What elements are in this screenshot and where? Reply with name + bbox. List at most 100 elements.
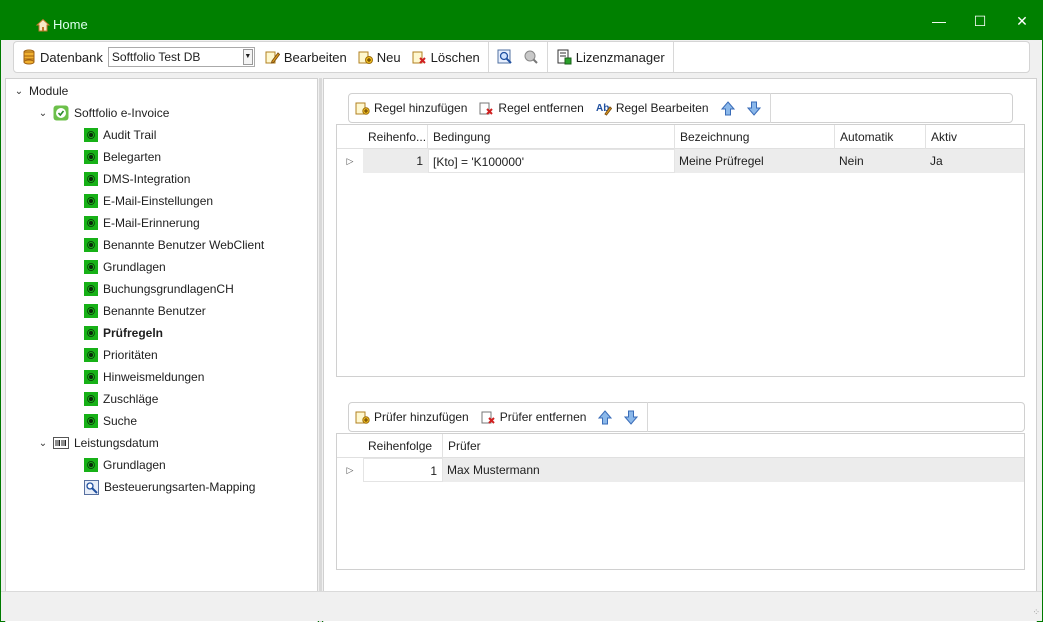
cell-automatik[interactable]: Nein — [835, 149, 926, 173]
cell-bezeichnung[interactable]: Meine Prüfregel — [675, 149, 835, 173]
neu-button[interactable]: Neu — [352, 42, 406, 72]
rules-toolbar: Regel hinzufügen Regel entfernen Ab Rege… — [348, 93, 1013, 123]
column-header-automatik[interactable]: Automatik — [835, 125, 926, 149]
module-icon — [84, 348, 98, 362]
toolbar-separator — [487, 42, 489, 72]
regel-bearbeiten-button[interactable]: Ab Regel Bearbeiten — [590, 94, 715, 122]
rules-grid-header: Reihenfo... Bedingung Bezeichnung Automa… — [337, 125, 1024, 149]
row-indicator-header — [337, 434, 363, 458]
window-title: Home — [36, 17, 88, 32]
chevron-down-icon[interactable]: ⌄ — [38, 438, 48, 449]
cell-bedingung[interactable]: [Kto] = 'K100000' — [428, 149, 675, 173]
cell-aktiv[interactable]: Ja — [926, 149, 1024, 173]
pruefer-entfernen-label: Prüfer entfernen — [499, 410, 587, 424]
checkers-grid[interactable]: Reihenfolge Prüfer ▷ 1 Max Mustermann — [336, 433, 1025, 570]
tree-item-besteuerungsarten-mapping[interactable]: Besteuerungsarten-Mapping — [84, 477, 255, 497]
title-bar: Home — ☐ ✕ — [0, 0, 1043, 40]
tree-item-label: Suche — [103, 414, 138, 428]
tree-node-module[interactable]: ⌄ Module — [14, 81, 69, 101]
bearbeiten-button[interactable]: Bearbeiten — [259, 42, 352, 72]
remove-row-icon — [479, 102, 494, 115]
tree-item-grundlagen[interactable]: Grundlagen — [84, 257, 166, 277]
pruefer-hinzufuegen-button[interactable]: Prüfer hinzufügen — [349, 403, 475, 431]
lizenzmanager-label: Lizenzmanager — [575, 49, 665, 65]
minimize-button[interactable]: — — [924, 10, 954, 32]
regel-entfernen-button[interactable]: Regel entfernen — [473, 94, 589, 122]
chevron-down-icon[interactable]: ▼ — [242, 49, 253, 65]
column-header-pruefer[interactable]: Prüfer — [443, 434, 1024, 458]
move-up-button[interactable] — [715, 94, 741, 122]
tree-item-label: Besteuerungsarten-Mapping — [104, 480, 256, 494]
tree-item-zuschläge[interactable]: Zuschläge — [84, 389, 158, 409]
column-header-bezeichnung[interactable]: Bezeichnung — [675, 125, 835, 149]
tree-item-prioritäten[interactable]: Prioritäten — [84, 345, 158, 365]
column-header-reihenfolge[interactable]: Reihenfo... — [363, 125, 428, 149]
tree-item-label: Prioritäten — [103, 348, 158, 362]
regel-hinzufuegen-label: Regel hinzufügen — [374, 101, 468, 115]
tree-item-grundlagen-2[interactable]: Grundlagen — [84, 455, 166, 475]
row-pointer-icon: ▷ — [337, 458, 363, 482]
arrow-down-icon — [746, 101, 761, 116]
module-tree[interactable]: ⌄ Module ⌄ Softfolio e-Invoice ⌄ Leistun… — [5, 78, 318, 622]
mapping-icon — [84, 479, 99, 495]
tree-item-label: Benannte Benutzer WebClient — [103, 238, 265, 252]
tree-item-label: Grundlagen — [103, 458, 166, 472]
cell-reihenfolge[interactable]: 1 — [363, 149, 428, 173]
module-icon — [84, 414, 98, 428]
resize-grip-icon[interactable]: ⁘ — [1032, 607, 1039, 618]
database-icon — [23, 49, 35, 65]
chevron-down-icon[interactable]: ⌄ — [38, 108, 48, 119]
row-pointer-icon: ▷ — [337, 149, 363, 173]
move-up-button[interactable] — [592, 403, 618, 431]
tree-item-hinweismeldungen[interactable]: Hinweismeldungen — [84, 367, 204, 387]
datenbank-label-text: Datenbank — [40, 49, 103, 65]
toolbar-separator — [769, 93, 771, 123]
column-header-reihenfolge[interactable]: Reihenfolge — [363, 434, 443, 458]
database-select-value: Softfolio Test DB — [111, 50, 201, 64]
table-row[interactable]: ▷ 1 Max Mustermann — [337, 458, 1024, 482]
tree-item-prüfregeln[interactable]: Prüfregeln — [84, 323, 163, 343]
tree-node-leistungsdatum[interactable]: ⌄ Leistungsdatum — [38, 433, 159, 453]
move-down-button[interactable] — [618, 403, 644, 431]
tree-item-audit-trail[interactable]: Audit Trail — [84, 125, 156, 145]
lookup-button[interactable] — [518, 42, 544, 72]
module-icon — [84, 172, 98, 186]
tree-item-e-mail-einstellungen[interactable]: E-Mail-Einstellungen — [84, 191, 213, 211]
tree-node-label: Softfolio e-Invoice — [74, 106, 170, 120]
tree-item-benannte-benutzer[interactable]: Benannte Benutzer — [84, 301, 206, 321]
einvoice-icon — [53, 105, 69, 121]
tree-node-label: Leistungsdatum — [74, 436, 159, 450]
tree-item-dms-integration[interactable]: DMS-Integration — [84, 169, 190, 189]
close-button[interactable]: ✕ — [1007, 10, 1037, 32]
lizenzmanager-button[interactable]: Lizenzmanager — [551, 42, 670, 72]
tree-item-label: DMS-Integration — [103, 172, 191, 186]
cell-pruefer[interactable]: Max Mustermann — [443, 458, 1024, 482]
tree-item-e-mail-erinnerung[interactable]: E-Mail-Erinnerung — [84, 213, 200, 233]
module-icon — [84, 282, 98, 296]
maximize-button[interactable]: ☐ — [965, 10, 995, 32]
status-bar: ⁘ — [1, 591, 1042, 621]
chevron-down-icon[interactable]: ⌄ — [14, 86, 24, 97]
database-select[interactable]: Softfolio Test DB ▼ — [107, 47, 255, 67]
barcode-icon — [53, 437, 69, 449]
rules-grid[interactable]: Reihenfo... Bedingung Bezeichnung Automa… — [336, 124, 1025, 377]
pane-splitter[interactable] — [319, 78, 322, 622]
tree-item-benannte-benutzer-webclient[interactable]: Benannte Benutzer WebClient — [84, 235, 264, 255]
tree-item-suche[interactable]: Suche — [84, 411, 137, 431]
tree-item-label: E-Mail-Einstellungen — [103, 194, 214, 208]
regel-hinzufuegen-button[interactable]: Regel hinzufügen — [349, 94, 473, 122]
table-row[interactable]: ▷ 1 [Kto] = 'K100000' Meine Prüfregel Ne… — [337, 149, 1024, 173]
module-icon — [84, 238, 98, 252]
tree-item-belegarten[interactable]: Belegarten — [84, 147, 161, 167]
loeschen-button[interactable]: Löschen — [406, 42, 485, 72]
tree-item-label: Grundlagen — [103, 260, 166, 274]
tree-node-softfolio[interactable]: ⌄ Softfolio e-Invoice — [38, 103, 169, 123]
tree-item-buchungsgrundlagench[interactable]: BuchungsgrundlagenCH — [84, 279, 234, 299]
column-header-bedingung[interactable]: Bedingung — [428, 125, 675, 149]
cell-reihenfolge[interactable]: 1 — [363, 458, 443, 482]
search-button[interactable] — [492, 42, 518, 72]
pruefer-entfernen-button[interactable]: Prüfer entfernen — [475, 403, 593, 431]
move-down-button[interactable] — [741, 94, 767, 122]
column-header-aktiv[interactable]: Aktiv — [926, 125, 1024, 149]
module-icon — [84, 128, 98, 142]
